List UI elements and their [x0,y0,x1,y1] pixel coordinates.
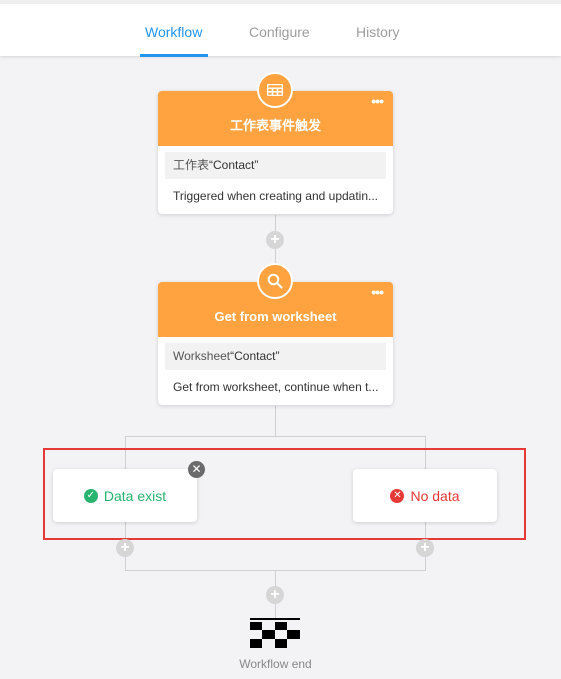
get-worksheet-node-title: Get from worksheet [214,309,337,324]
get-worksheet-node[interactable]: Get from worksheet ••• Worksheet“Contact… [158,282,393,405]
trigger-node[interactable]: 工作表事件触发 ••• 工作表“Contact” Triggered when … [158,91,393,214]
source-prefix: Worksheet [173,349,231,363]
tab-workflow[interactable]: Workflow [145,8,202,56]
source-value: “Contact” [209,158,259,172]
add-node-button[interactable]: + [266,586,284,604]
active-tab-indicator [140,54,208,57]
more-options-icon[interactable]: ••• [371,91,384,111]
top-tab-bar: Workflow Configure History [0,0,561,57]
get-worksheet-node-description: Get from worksheet, continue when t... [173,380,379,394]
tab-configure[interactable]: Configure [249,8,310,56]
finish-flag-icon [250,618,300,648]
tab-history[interactable]: History [356,8,400,56]
source-value: “Contact” [230,349,280,363]
trigger-node-description: Triggered when creating and updatin... [173,189,379,203]
search-icon [257,263,293,299]
add-node-button[interactable]: + [116,539,134,557]
branch-top-line [125,436,426,437]
get-worksheet-node-source: Worksheet“Contact” [165,343,386,370]
table-icon [257,72,293,108]
highlight-frame [43,448,526,540]
trigger-node-title: 工作表事件触发 [229,118,321,133]
add-node-button[interactable]: + [266,231,284,249]
workflow-end-label: Workflow end [239,657,312,671]
add-node-button[interactable]: + [416,539,434,557]
trigger-node-source: 工作表“Contact” [165,152,386,179]
connector-line [275,406,276,436]
source-prefix: 工作表 [173,158,210,172]
more-options-icon[interactable]: ••• [371,282,384,302]
